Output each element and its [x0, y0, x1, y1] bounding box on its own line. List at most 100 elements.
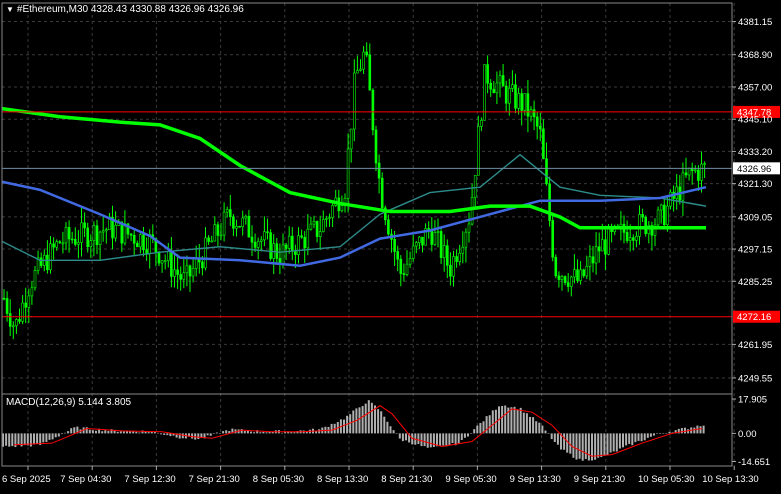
candle-body [275, 243, 279, 259]
macd-histogram-bar [281, 432, 283, 434]
macd-histogram-bar [476, 425, 479, 434]
macd-histogram-bar [436, 433, 438, 447]
candle-body [504, 85, 508, 104]
candle-body [439, 231, 443, 258]
candle-body [545, 158, 548, 185]
macd-histogram-bar [60, 433, 63, 435]
macd-histogram-bar [535, 421, 538, 434]
candle-body [5, 298, 9, 314]
macd-histogram-bar [101, 431, 104, 434]
candle-body [489, 82, 493, 90]
macd-histogram-bar [95, 430, 97, 434]
candle-body [21, 302, 24, 322]
macd-histogram-bar [659, 433, 662, 434]
macd-histogram-bar [70, 428, 73, 434]
candle-body [18, 319, 21, 322]
macd-histogram-bar [597, 433, 600, 458]
candle-body [2, 297, 6, 300]
candle-body [204, 237, 207, 269]
candle-body [182, 272, 186, 280]
time-axis-label: 9 Sep 13:30 [510, 474, 561, 485]
trading-chart[interactable]: 4347.78 4272.16 4326.96 4381.15 4368.90 4357… [0, 0, 781, 489]
macd-histogram-bar [628, 433, 631, 444]
candle-body [331, 205, 334, 218]
candle-body [560, 276, 564, 280]
dropdown-triangle-icon[interactable]: ▼ [6, 5, 14, 14]
macd-histogram-bar [358, 407, 361, 434]
macd-histogram-bar [215, 432, 218, 434]
candle-body [253, 241, 257, 248]
candle-body [318, 231, 322, 237]
macd-histogram-bar [448, 433, 451, 445]
macd-histogram-bar [380, 411, 383, 434]
candle-body [480, 119, 483, 127]
macd-histogram-bar [432, 433, 435, 447]
macd-histogram-bar [262, 431, 265, 434]
chart-canvas[interactable]: 4347.784272.164326.96 4381.154368.904357… [0, 0, 781, 489]
candle-body [666, 205, 669, 226]
candle-body [232, 216, 235, 229]
macd-histogram-bar [454, 433, 457, 446]
candle-body [635, 236, 638, 241]
macd-histogram-bar [653, 433, 655, 436]
candle-body [328, 217, 331, 219]
candle-body [266, 231, 269, 234]
time-axis-label: 8 Sep 05:30 [253, 474, 304, 485]
macd-histogram-bar [544, 430, 547, 434]
macd-histogram-bar [488, 415, 491, 434]
candle-body [123, 223, 127, 244]
candle-body [297, 235, 300, 255]
macd-histogram-bar [615, 433, 618, 452]
candle-body [374, 129, 378, 164]
macd-histogram-bar [107, 430, 110, 434]
candle-body [585, 265, 589, 277]
candle-body [201, 261, 204, 269]
macd-histogram-bar [386, 421, 389, 434]
macd-histogram-bar [73, 427, 76, 434]
candle-body [436, 231, 440, 233]
candle-body [244, 215, 248, 219]
candle-body [312, 221, 316, 225]
macd-histogram-bar [51, 433, 54, 440]
candle-body [511, 84, 514, 89]
candle-body [263, 231, 266, 241]
macd-histogram-bar [290, 432, 293, 434]
macd-histogram-bar [119, 431, 122, 434]
macd-label: MACD(12,26,9) [6, 397, 76, 408]
macd-histogram-bar [222, 431, 225, 434]
macd-histogram-bar [361, 406, 364, 434]
price-axis-label: 4333.20 [738, 147, 772, 158]
macd-histogram-bar [426, 433, 429, 448]
candle-body [346, 148, 350, 199]
candle-body [501, 75, 505, 87]
candle-body [700, 163, 703, 181]
macd-histogram-bar [88, 429, 91, 434]
macd-histogram-bar [209, 433, 212, 436]
macd-histogram-bar [622, 433, 624, 448]
macd-histogram-bar [581, 433, 584, 461]
candle-body [628, 237, 632, 241]
price-axis-label: 4261.95 [738, 340, 772, 351]
candle-body [582, 269, 586, 277]
macd-histogram-bar [532, 417, 535, 434]
candle-body [52, 243, 55, 248]
price-axis-label: 4345.10 [738, 115, 772, 126]
candle-body [551, 220, 555, 258]
candle-body [359, 68, 362, 71]
candle-body [554, 256, 558, 277]
macd-histogram-bar [553, 433, 556, 442]
macd-histogram-bar [538, 422, 541, 434]
candle-body [356, 70, 359, 74]
candle-body [136, 242, 139, 248]
candle-body [241, 217, 244, 227]
candle-body [321, 219, 325, 232]
macd-histogram-bar [680, 428, 683, 434]
candle-body [105, 229, 108, 232]
candle-body [176, 269, 179, 275]
candle-body [92, 225, 96, 242]
candle-body [315, 221, 319, 237]
macd-histogram-bar [5, 433, 8, 446]
candle-body [467, 223, 471, 233]
candle-body [269, 232, 272, 259]
candle-body [101, 230, 105, 233]
